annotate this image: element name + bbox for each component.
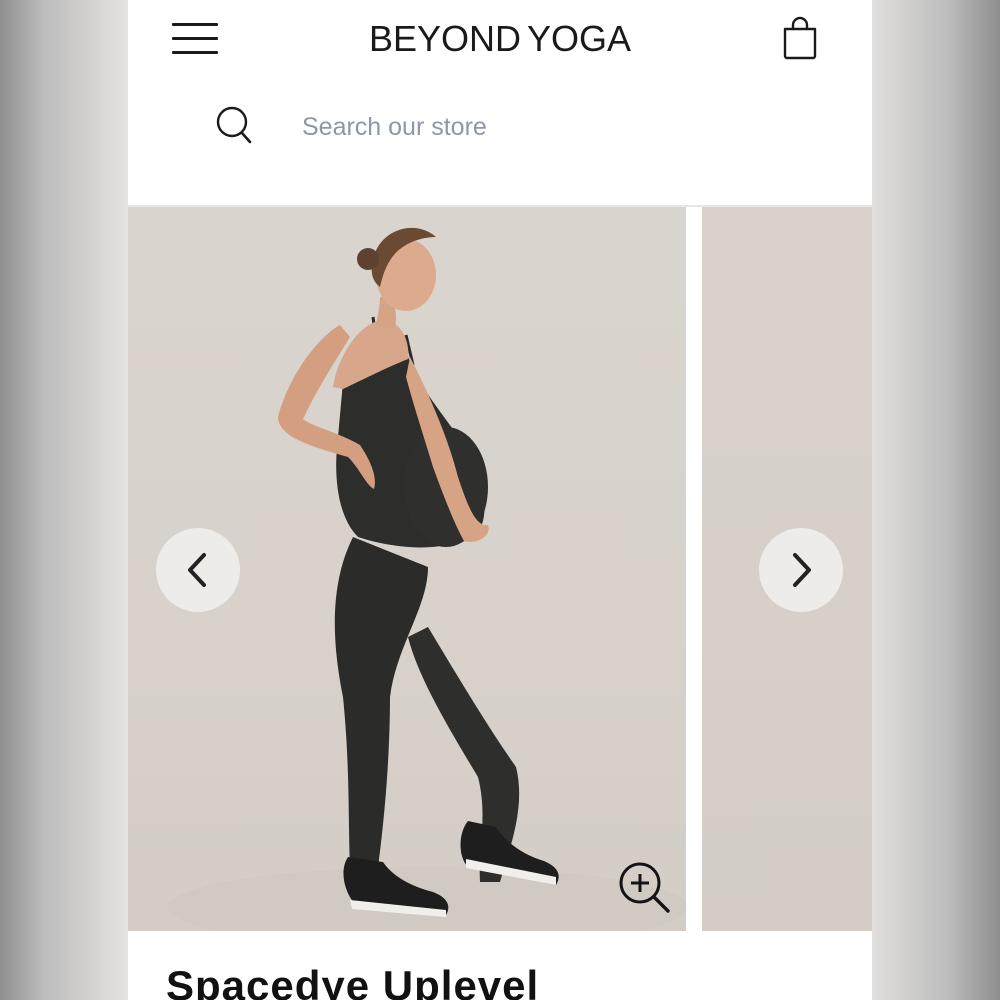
chevron-right-icon: [793, 553, 811, 587]
mobile-page: BEYOND YOGA Search our store Spacedye Up…: [128, 0, 872, 1000]
product-image-gallery: [128, 207, 872, 931]
brand-logo[interactable]: BEYOND YOGA: [128, 18, 872, 60]
background-left: [0, 0, 128, 1000]
shopping-bag-icon[interactable]: [780, 16, 820, 60]
logo-secondary: YOGA: [527, 18, 632, 59]
chevron-left-icon: [188, 553, 206, 587]
next-image-button[interactable]: [759, 528, 843, 612]
search-icon[interactable]: [214, 104, 254, 146]
logo-primary: BEYOND: [368, 18, 521, 59]
site-header: BEYOND YOGA: [128, 0, 872, 90]
previous-image-button[interactable]: [156, 528, 240, 612]
background-right: [872, 0, 1000, 1000]
search-input[interactable]: [300, 104, 804, 150]
zoom-in-icon[interactable]: [618, 861, 672, 915]
product-title: Spacedye Uplevel: [166, 962, 540, 1000]
search-bar: [128, 96, 872, 160]
